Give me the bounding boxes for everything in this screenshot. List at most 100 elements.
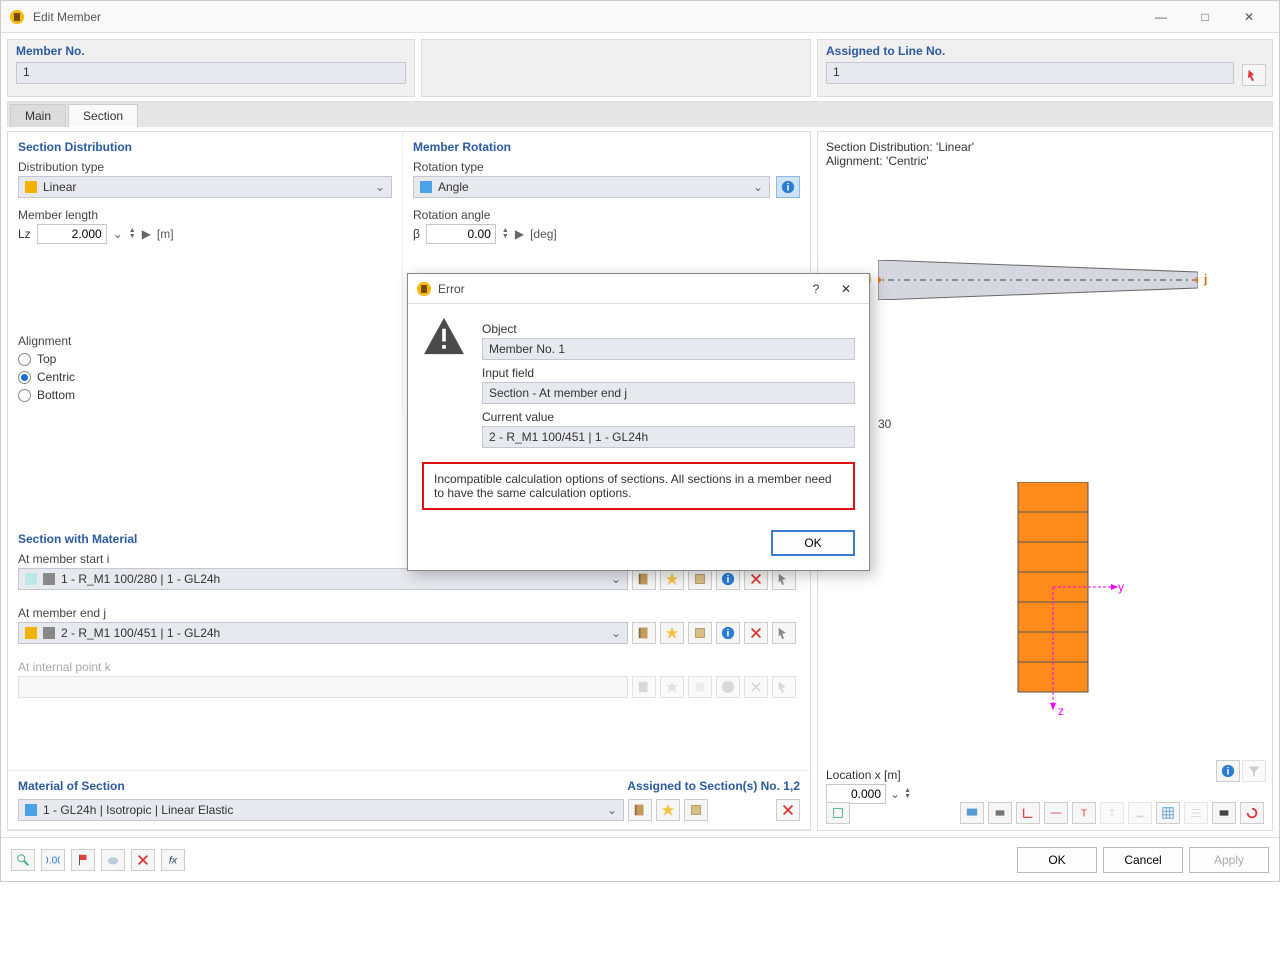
start-info-button[interactable]: i: [716, 568, 740, 590]
tool-grid[interactable]: [1156, 802, 1180, 824]
rotation-type-dropdown[interactable]: Angle ⌄: [413, 176, 770, 198]
member-length-input[interactable]: [37, 224, 107, 244]
printer-icon: [1217, 806, 1231, 820]
footer-fx-button[interactable]: fx: [161, 849, 185, 871]
material-dropdown[interactable]: 1 - GL24h | Isotropic | Linear Elastic ⌄: [18, 799, 624, 821]
info-icon: i: [1221, 764, 1235, 778]
member-end-value: 2 - R_M1 100/451 | 1 - GL24h: [61, 626, 220, 640]
new-star-icon: [661, 803, 675, 817]
section-profile-icon: [43, 573, 55, 585]
alignment-bottom-radio[interactable]: [18, 389, 31, 402]
assigned-line-input[interactable]: 1: [826, 62, 1234, 84]
tool-text-off[interactable]: T: [1100, 802, 1124, 824]
svg-text:i: i: [727, 628, 730, 640]
member-no-input[interactable]: 1: [16, 62, 406, 84]
tool-dimensions[interactable]: [1044, 802, 1068, 824]
preview-info-button[interactable]: i: [1216, 760, 1240, 782]
close-button[interactable]: ✕: [1227, 2, 1271, 32]
member-start-dropdown[interactable]: 1 - R_M1 100/280 | 1 - GL24h ⌄: [18, 568, 628, 590]
start-pick-button[interactable]: [772, 568, 796, 590]
footer-clear-button[interactable]: [131, 849, 155, 871]
maximize-button[interactable]: □: [1183, 2, 1227, 32]
rotation-type-value: Angle: [438, 180, 469, 194]
error-dialog: Error ? ✕ Object Member No. 1 Input fiel…: [407, 273, 870, 571]
alignment-top-row[interactable]: Top: [18, 352, 392, 366]
tab-section[interactable]: Section: [68, 104, 138, 127]
cancel-button[interactable]: Cancel: [1103, 847, 1183, 873]
material-edit-button[interactable]: [684, 799, 708, 821]
alignment-label: Alignment: [18, 334, 392, 348]
location-x-input[interactable]: [826, 784, 886, 804]
apply-button[interactable]: Apply: [1189, 847, 1269, 873]
tool-print2[interactable]: [1212, 802, 1236, 824]
footer-reset-button[interactable]: [101, 849, 125, 871]
distribution-type-dropdown[interactable]: Linear ⌄: [18, 176, 392, 198]
tool-underline[interactable]: [1128, 802, 1152, 824]
book-icon: [637, 680, 651, 694]
end-new-button[interactable]: [660, 622, 684, 644]
book-icon: [637, 572, 651, 586]
end-info-button[interactable]: i: [716, 622, 740, 644]
svg-text:T: T: [1081, 808, 1088, 820]
start-new-button[interactable]: [660, 568, 684, 590]
underline-icon: [1133, 806, 1147, 820]
tool-list[interactable]: [1184, 802, 1208, 824]
tool-refresh[interactable]: [1240, 802, 1264, 824]
footer-help-button[interactable]: [11, 849, 35, 871]
tool-print[interactable]: [988, 802, 1012, 824]
internal-point-dropdown: [18, 676, 628, 698]
alignment-centric-radio[interactable]: [18, 371, 31, 384]
tool-text-on[interactable]: T: [1072, 802, 1096, 824]
end-library-button[interactable]: [632, 622, 656, 644]
alignment-centric-label: Centric: [37, 370, 75, 384]
error-current-value: 2 - R_M1 100/451 | 1 - GL24h: [482, 426, 855, 448]
ok-button[interactable]: OK: [1017, 847, 1097, 873]
angle-spinner[interactable]: ▲▼: [502, 228, 509, 240]
rotation-angle-input[interactable]: [426, 224, 496, 244]
alignment-centric-row[interactable]: Centric: [18, 370, 392, 384]
error-close-button[interactable]: ✕: [831, 282, 861, 296]
length-unit-dd[interactable]: ⌄: [113, 227, 123, 241]
angle-step-button[interactable]: ▶: [515, 227, 524, 241]
preview-filter-button[interactable]: [1242, 760, 1266, 782]
alignment-top-radio[interactable]: [18, 353, 31, 366]
internal-edit-button: [688, 676, 712, 698]
footer-units-button[interactable]: 0.00: [41, 849, 65, 871]
rotation-type-swatch-icon: [420, 181, 432, 193]
preview-reset-button[interactable]: [826, 802, 850, 824]
start-delete-button[interactable]: [744, 568, 768, 590]
location-spinner[interactable]: ▲▼: [904, 788, 911, 800]
material-new-button[interactable]: [656, 799, 680, 821]
end-edit-button[interactable]: [688, 622, 712, 644]
preview-pane: Section Distribution: 'Linear' Alignment…: [817, 131, 1273, 831]
rotation-info-button[interactable]: i: [776, 176, 800, 198]
length-spinner[interactable]: ▲▼: [129, 228, 136, 240]
start-library-button[interactable]: [632, 568, 656, 590]
grid-icon: [1161, 806, 1175, 820]
material-delete-button[interactable]: [776, 799, 800, 821]
end-pick-button[interactable]: [772, 622, 796, 644]
internal-point-label: At internal point k: [18, 660, 800, 674]
member-end-dropdown[interactable]: 2 - R_M1 100/451 | 1 - GL24h ⌄: [18, 622, 628, 644]
preview-y-axis: y: [1118, 580, 1124, 594]
info-icon: i: [781, 180, 795, 194]
refresh-icon: [1245, 806, 1259, 820]
minimize-button[interactable]: —: [1139, 2, 1183, 32]
tool-view[interactable]: [960, 802, 984, 824]
error-ok-button[interactable]: OK: [771, 530, 855, 556]
alignment-bottom-row[interactable]: Bottom: [18, 388, 392, 402]
preview-midtick: 30: [878, 417, 891, 431]
tab-main[interactable]: Main: [10, 104, 66, 127]
pick-line-button[interactable]: [1242, 64, 1266, 86]
tool-axes[interactable]: [1016, 802, 1040, 824]
section-profile-icon: [43, 627, 55, 639]
end-delete-button[interactable]: [744, 622, 768, 644]
distribution-type-value: Linear: [43, 180, 76, 194]
location-x-dd[interactable]: ⌄: [890, 787, 900, 801]
new-star-icon: [665, 626, 679, 640]
start-edit-button[interactable]: [688, 568, 712, 590]
footer-coordinates-button[interactable]: [71, 849, 95, 871]
length-step-button[interactable]: ▶: [142, 227, 151, 241]
material-library-button[interactable]: [628, 799, 652, 821]
error-help-button[interactable]: ?: [801, 282, 831, 296]
